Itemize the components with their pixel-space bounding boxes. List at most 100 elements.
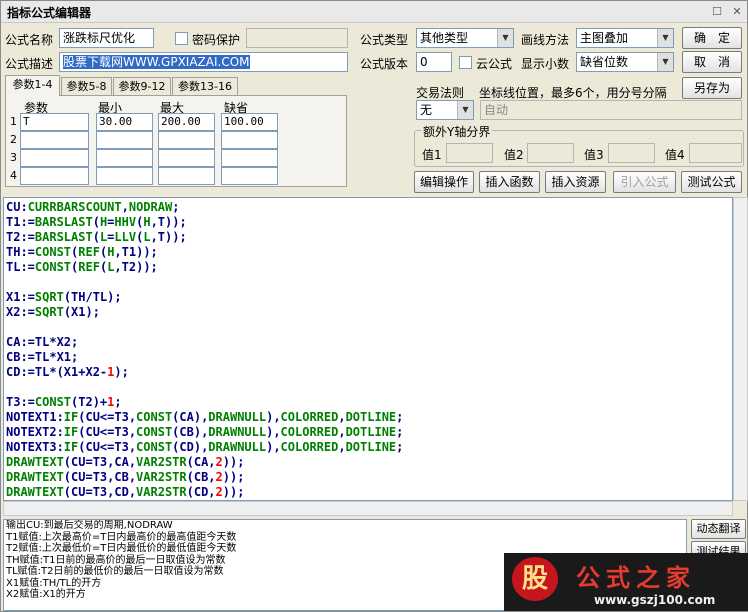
code-token: ));: [222, 455, 245, 469]
tab-params-5-8[interactable]: 参数5-8: [61, 77, 112, 95]
code-token: TL:=: [6, 260, 35, 274]
restore-icon[interactable]: ☐: [709, 4, 725, 19]
chevron-down-icon: ▼: [457, 101, 473, 119]
code-token: (CU=T3,CB,: [63, 470, 137, 484]
code-token: ),: [266, 425, 281, 439]
y-value-label-4: 值4: [665, 148, 685, 162]
code-line: DRAWTEXT(CU=T3,CD,VAR2STR(CD,2));: [6, 485, 403, 500]
param-min-input[interactable]: [96, 149, 153, 167]
edit-ops-button[interactable]: 编辑操作: [414, 171, 474, 193]
draw-method-value: 主图叠加: [580, 31, 629, 45]
code-token: BARSLAST: [34, 230, 93, 244]
code-token: (CD,: [186, 485, 216, 499]
save-as-button[interactable]: 另存为: [682, 77, 742, 99]
tab-params-13-16[interactable]: 参数13-16: [172, 77, 238, 95]
dynamic-translate-button[interactable]: 动态翻译: [691, 519, 746, 539]
code-token: ;: [114, 395, 122, 409]
formula-editor-window: 指标公式编辑器 ☐ ✕ 公式名称 涨跌标尺优化 密码保护 公式类型 其他类型 ▼ …: [0, 0, 748, 612]
code-token: CONST: [136, 410, 173, 424]
code-token: CA:=TL*X2;: [6, 335, 79, 349]
ok-button[interactable]: 确 定: [682, 27, 742, 49]
code-token: IF: [63, 410, 79, 424]
param-max-input[interactable]: [158, 131, 215, 149]
code-token: NOTEXT2:: [6, 425, 64, 439]
y-value-input-2[interactable]: [527, 143, 574, 163]
import-formula-button[interactable]: 引入公式: [613, 171, 676, 193]
param-max-input[interactable]: [158, 149, 215, 167]
test-formula-button[interactable]: 测试公式: [681, 171, 742, 193]
decimals-select[interactable]: 缺省位数 ▼: [576, 52, 674, 72]
code-token: ));: [222, 485, 245, 499]
code-line: NOTEXT2:IF(CU<=T3,CONST(CB),DRAWNULL),CO…: [6, 425, 403, 440]
code-token: (CB,: [186, 470, 216, 484]
close-icon[interactable]: ✕: [729, 4, 745, 19]
version-label: 公式版本: [360, 57, 409, 71]
chevron-down-icon: ▼: [497, 29, 513, 47]
desc-input[interactable]: 股票下载网WWW.GPXIAZAI.COM: [59, 52, 348, 72]
code-token: );: [114, 365, 129, 379]
editor-horizontal-scrollbar[interactable]: [3, 501, 733, 516]
params-panel: 参数 最小 最大 缺省 1 T 30.00 200.00 100.00 2 3 …: [5, 95, 347, 187]
type-select[interactable]: 其他类型 ▼: [416, 28, 514, 48]
code-editor[interactable]: CU:CURRBARSCOUNT,NODRAW; T1:=BARSLAST(H=H…: [3, 197, 733, 501]
cloud-checkbox[interactable]: [459, 56, 472, 69]
code-token: DRAWNULL: [208, 410, 267, 424]
cancel-button[interactable]: 取 消: [682, 51, 742, 73]
code-token: REF: [78, 245, 100, 259]
param-name-input[interactable]: [20, 131, 89, 149]
code-token: NOTEXT3:: [6, 440, 64, 454]
cloud-label: 云公式: [476, 57, 513, 71]
code-token: COLORRED: [280, 425, 339, 439]
type-label: 公式类型: [360, 33, 409, 47]
param-min-input[interactable]: 30.00: [96, 113, 153, 131]
editor-vertical-scrollbar[interactable]: [733, 197, 748, 501]
code-token: ;: [172, 200, 180, 214]
name-input[interactable]: 涨跌标尺优化: [59, 28, 154, 48]
code-line: CA:=TL*X2;: [6, 335, 403, 350]
code-token: 2: [215, 485, 223, 499]
param-max-input[interactable]: [158, 167, 215, 185]
name-label: 公式名称: [5, 33, 54, 47]
param-default-input[interactable]: [221, 167, 278, 185]
type-select-value: 其他类型: [420, 31, 469, 45]
param-default-input[interactable]: [221, 149, 278, 167]
param-default-input[interactable]: 100.00: [221, 113, 278, 131]
tab-params-1-4[interactable]: 参数1-4: [5, 75, 60, 96]
draw-method-select[interactable]: 主图叠加 ▼: [576, 28, 674, 48]
y-value-input-4[interactable]: [689, 143, 742, 163]
code-line: X1:=SQRT(TH/TL);: [6, 290, 403, 305]
param-name-input[interactable]: [20, 167, 89, 185]
y-value-input-3[interactable]: [608, 143, 655, 163]
code-token: ,: [338, 410, 346, 424]
insert-resource-button[interactable]: 插入资源: [545, 171, 606, 193]
code-token: BARSLAST: [34, 215, 93, 229]
code-token: SQRT: [34, 305, 64, 319]
version-input[interactable]: 0: [416, 52, 452, 72]
param-name-input[interactable]: T: [20, 113, 89, 131]
code-token: SQRT: [34, 290, 64, 304]
code-token: COLORRED: [280, 440, 339, 454]
decimals-label: 显示小数: [521, 57, 570, 71]
code-token: VAR2STR: [136, 470, 187, 484]
coord-input[interactable]: 自动: [480, 100, 742, 120]
code-token: ;: [396, 410, 404, 424]
desc-label: 公式描述: [5, 57, 54, 71]
tab-params-9-12[interactable]: 参数9-12: [113, 77, 171, 95]
trade-rule-select[interactable]: 无 ▼: [416, 100, 474, 120]
password-checkbox[interactable]: [175, 32, 188, 45]
param-default-input[interactable]: [221, 131, 278, 149]
code-token: VAR2STR: [136, 485, 187, 499]
insert-function-button[interactable]: 插入函数: [479, 171, 540, 193]
param-min-input[interactable]: [96, 131, 153, 149]
param-min-input[interactable]: [96, 167, 153, 185]
password-input[interactable]: [246, 28, 348, 48]
code-token: ),: [266, 440, 281, 454]
code-line: CB:=TL*X1;: [6, 350, 403, 365]
y-value-input-1[interactable]: [446, 143, 493, 163]
param-max-input[interactable]: 200.00: [158, 113, 215, 131]
param-name-input[interactable]: [20, 149, 89, 167]
code-token: ,: [121, 200, 129, 214]
code-token: ,: [338, 425, 346, 439]
